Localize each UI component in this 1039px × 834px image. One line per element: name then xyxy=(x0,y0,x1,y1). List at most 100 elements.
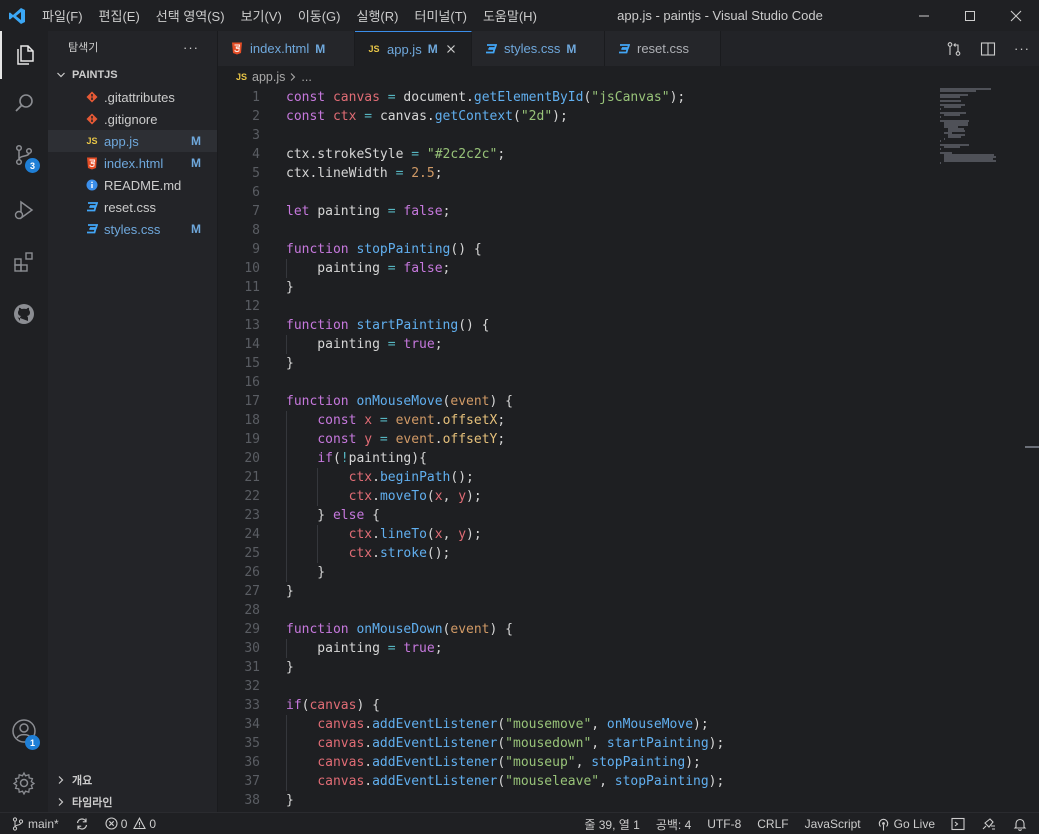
menu-item[interactable]: 도움말(H) xyxy=(475,6,545,25)
chevron-right-icon xyxy=(54,775,68,785)
code-line: 17 function onMouseMove(event) { xyxy=(218,392,938,411)
code-line: 4 ctx.strokeStyle = "#2c2c2c"; xyxy=(218,145,938,164)
timeline-header[interactable]: 타임라인 xyxy=(48,791,218,813)
source-control-icon[interactable]: 3 xyxy=(0,131,48,179)
code-text: ctx.beginPath(); xyxy=(348,470,474,485)
line-number: 16 xyxy=(244,375,260,390)
code-text: canvas.addEventListener("mouseleave", st… xyxy=(317,774,725,789)
indent-guide xyxy=(317,468,319,506)
scrollbar-position-marker xyxy=(1025,446,1039,448)
file-item[interactable]: index.html M xyxy=(48,152,217,174)
go-live-button[interactable]: Go Live xyxy=(869,813,943,834)
editor-tab[interactable]: JS app.js M xyxy=(355,31,472,66)
more-actions-icon[interactable]: ··· xyxy=(1005,31,1039,66)
code-text: const y = event.offsetY; xyxy=(317,432,506,447)
file-item[interactable]: .gitattributes xyxy=(48,86,217,108)
code-line: 32 xyxy=(218,677,938,696)
breadcrumb-symbol[interactable]: ... xyxy=(301,70,311,84)
minimap-line xyxy=(944,160,996,162)
language-mode[interactable]: JavaScript xyxy=(797,813,869,834)
terminal-icon[interactable] xyxy=(943,813,973,834)
breadcrumb-file[interactable]: app.js xyxy=(252,70,285,84)
editor-tabs: index.html M JS app.js Mstyles.css Mreset.css… xyxy=(218,31,1039,66)
split-editor-icon[interactable] xyxy=(971,31,1005,66)
settings-gear-icon[interactable] xyxy=(0,759,48,807)
title-bar: 파일(F) 편집(E) 선택 영역(S) 보기(V) 이동(G) 실행(R) 터미널(T) 도… xyxy=(0,0,1039,31)
code-line: 2 const ctx = canvas.getContext("2d"); xyxy=(218,107,938,126)
explorer-more-button[interactable]: ··· xyxy=(183,40,199,55)
extensions-icon[interactable] xyxy=(0,238,48,286)
html-icon xyxy=(84,155,100,171)
indentation-status[interactable]: 공백: 4 xyxy=(648,813,699,834)
tab-git-status: M xyxy=(566,41,577,56)
minimap-line xyxy=(940,100,961,102)
js-icon: JS xyxy=(368,44,380,54)
notifications-bell-icon[interactable] xyxy=(1005,813,1039,834)
editor-tab[interactable]: index.html M xyxy=(218,31,355,66)
feedback-icon[interactable] xyxy=(973,813,1005,834)
menu-item[interactable]: 보기(V) xyxy=(233,6,290,25)
file-item[interactable]: reset.css xyxy=(48,196,217,218)
line-number: 4 xyxy=(252,147,260,162)
sync-icon[interactable] xyxy=(67,813,97,834)
file-item[interactable]: .gitignore xyxy=(48,108,217,130)
eol-status[interactable]: CRLF xyxy=(749,813,796,834)
code-text: } xyxy=(286,660,294,675)
accounts-icon[interactable]: 1 xyxy=(0,707,48,755)
git-branch-icon xyxy=(12,816,24,831)
branch-status[interactable]: main* xyxy=(0,813,67,834)
code-text: ctx.strokeStyle = "#2c2c2c"; xyxy=(286,147,506,162)
line-number: 15 xyxy=(244,356,260,371)
menu-item[interactable]: 편집(E) xyxy=(91,6,148,25)
menu-item[interactable]: 터미널(T) xyxy=(406,6,474,25)
editor-tab[interactable]: reset.css xyxy=(605,31,721,66)
menu-item[interactable]: 파일(F) xyxy=(34,6,91,25)
git-status-badge: M xyxy=(191,222,201,236)
code-text: ctx.stroke(); xyxy=(348,546,451,561)
vscode-logo-icon xyxy=(0,0,34,31)
tab-label: index.html xyxy=(250,41,310,56)
minimap[interactable] xyxy=(940,88,1025,168)
search-icon[interactable] xyxy=(0,79,48,127)
problems-status[interactable]: 0 0 xyxy=(97,813,164,834)
code-line: 29 function onMouseDown(event) { xyxy=(218,620,938,639)
go-live-label: Go Live xyxy=(893,817,935,831)
project-folder-header[interactable]: PAINTJS xyxy=(48,64,217,86)
menu-item[interactable]: 이동(G) xyxy=(290,6,349,25)
line-number: 23 xyxy=(244,508,260,523)
code-line: 11} xyxy=(218,278,938,297)
code-text: painting = true; xyxy=(286,337,443,352)
encoding-status[interactable]: UTF-8 xyxy=(699,813,749,834)
editor-tab[interactable]: styles.css M xyxy=(472,31,605,66)
code-line: 26 } xyxy=(218,563,938,582)
close-window-button[interactable] xyxy=(993,0,1039,31)
outline-header[interactable]: 개요 xyxy=(48,769,218,791)
minimize-button[interactable] xyxy=(901,0,947,31)
file-item[interactable]: JS app.js M xyxy=(48,130,217,152)
breadcrumb: JS app.js ... xyxy=(218,66,1039,88)
run-debug-icon[interactable] xyxy=(0,186,48,234)
file-item[interactable]: README.md xyxy=(48,174,217,196)
line-number: 20 xyxy=(244,451,260,466)
css-icon xyxy=(84,221,100,237)
close-tab-icon[interactable] xyxy=(446,41,456,57)
code-editor[interactable]: 1 const canvas = document.getElementById(… xyxy=(218,88,1039,812)
explorer-icon[interactable] xyxy=(0,31,48,79)
menu-item[interactable]: 실행(R) xyxy=(349,6,407,25)
indent-guide xyxy=(286,715,287,791)
line-number: 3 xyxy=(252,128,260,143)
file-item[interactable]: styles.css M xyxy=(48,218,217,240)
line-number: 35 xyxy=(244,736,260,751)
scm-badge: 3 xyxy=(25,158,40,173)
code-line: 30 painting = true; xyxy=(218,639,938,658)
cursor-position[interactable]: 줄 39, 열 1 xyxy=(576,813,647,834)
menu-item[interactable]: 선택 영역(S) xyxy=(148,6,233,25)
timeline-label: 타임라인 xyxy=(72,797,113,809)
minimap-line xyxy=(940,162,941,164)
open-changes-icon[interactable] xyxy=(937,31,971,66)
github-icon[interactable] xyxy=(0,290,48,338)
git-status-badge: M xyxy=(191,156,201,170)
line-number: 6 xyxy=(252,185,260,200)
line-number: 24 xyxy=(244,527,260,542)
maximize-button[interactable] xyxy=(947,0,993,31)
